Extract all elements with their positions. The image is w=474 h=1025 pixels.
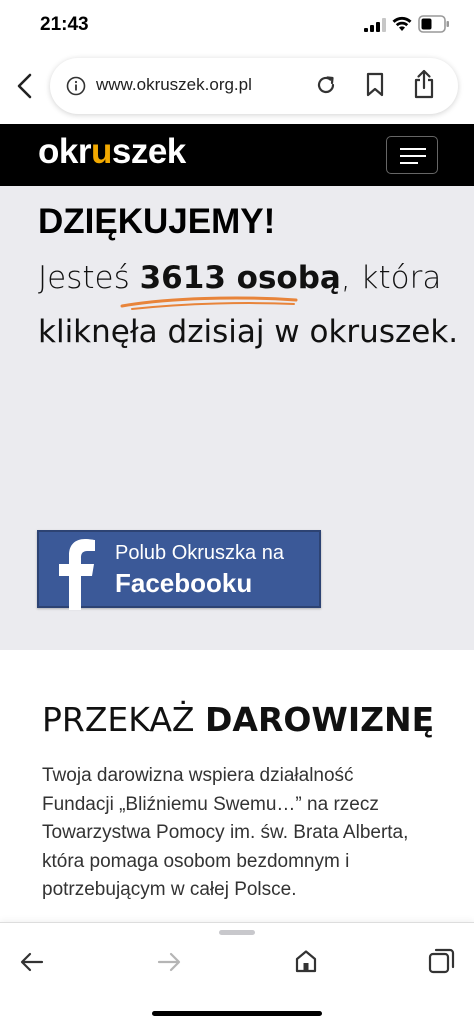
menu-icon-line — [400, 155, 426, 157]
underline-swash — [120, 296, 298, 310]
browser-toolbar: www.okruszek.org.pl — [0, 50, 474, 124]
donation-heading-bold: DAROWIZNĘ — [205, 700, 435, 739]
bookmark-icon[interactable] — [364, 72, 386, 98]
donation-heading-light: PRZEKAŻ — [42, 700, 206, 739]
logo-accent: u — [90, 132, 112, 171]
info-icon[interactable] — [66, 76, 86, 96]
counter-suffix: , która — [340, 260, 442, 296]
url-text[interactable]: www.okruszek.org.pl — [96, 75, 252, 95]
nav-back-icon[interactable] — [20, 951, 44, 973]
reload-icon[interactable] — [314, 73, 338, 97]
logo-part: szek — [111, 132, 186, 171]
donation-description: Twoja darowizna wspiera działalność Fund… — [42, 765, 409, 900]
facebook-like-banner[interactable]: Polub Okruszka na Facebooku — [37, 530, 321, 610]
address-bar[interactable]: www.okruszek.org.pl — [50, 58, 458, 114]
browser-bottom-bar — [0, 922, 474, 1025]
counter-prefix: Jesteś — [38, 260, 140, 296]
thank-you-section: DZIĘKUJEMY! Jesteś 3613 osobą, która kli… — [0, 186, 474, 650]
menu-icon-line — [400, 148, 426, 150]
menu-button[interactable] — [386, 136, 438, 174]
battery-icon — [418, 15, 449, 33]
wifi-icon — [392, 16, 412, 31]
home-indicator — [152, 1011, 322, 1016]
facebook-icon — [59, 539, 95, 610]
counter-line-2: kliknęła dzisiaj w okruszek. — [38, 314, 459, 350]
share-icon[interactable] — [412, 69, 436, 99]
logo-part: okr — [38, 132, 91, 171]
nav-forward-icon[interactable] — [157, 951, 181, 973]
thanks-heading: DZIĘKUJEMY! — [38, 202, 276, 241]
menu-icon-line — [400, 162, 418, 164]
status-time: 21:43 — [40, 14, 89, 35]
facebook-line-2: Facebooku — [115, 568, 253, 598]
site-logo[interactable]: okruszek — [38, 132, 186, 172]
status-bar: 21:43 — [0, 0, 474, 50]
tabs-icon[interactable] — [428, 947, 456, 975]
drag-handle[interactable] — [219, 930, 255, 935]
signal-icon — [364, 18, 386, 32]
donation-heading: PRZEKAŻ DAROWIZNĘ — [42, 700, 434, 739]
counter-line: Jesteś 3613 osobą, która — [38, 260, 441, 296]
site-header: okruszek — [0, 124, 474, 186]
counter-value: 3613 osobą — [139, 260, 341, 296]
facebook-line-1: Polub Okruszka na — [115, 542, 284, 564]
home-icon[interactable] — [294, 949, 318, 973]
back-arrow-icon[interactable] — [14, 72, 36, 100]
